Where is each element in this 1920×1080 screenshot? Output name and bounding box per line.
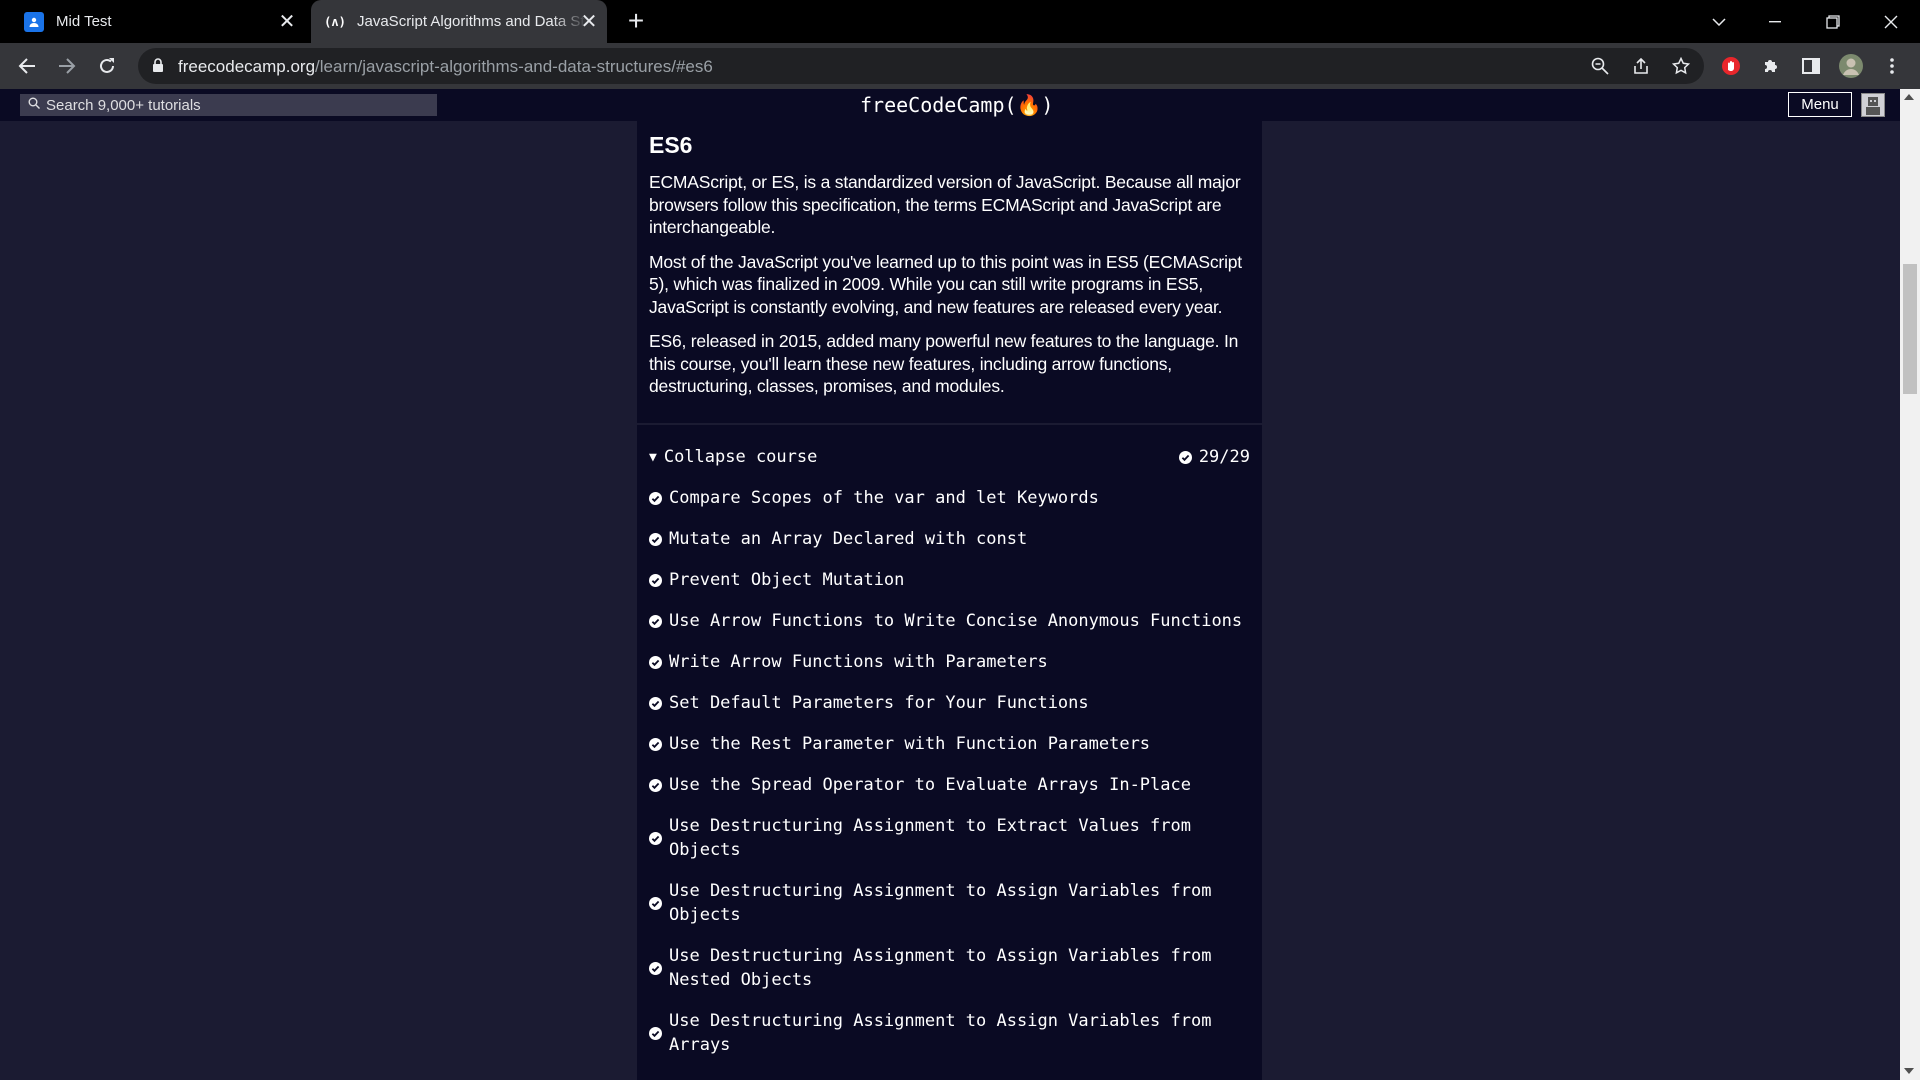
user-avatar-icon[interactable] [1861, 93, 1885, 117]
check-circle-icon [1178, 450, 1192, 464]
lesson-item[interactable]: Use Destructuring Assignment to Assign V… [649, 879, 1250, 927]
search-box[interactable] [20, 94, 437, 116]
lesson-title: Use the Spread Operator to Evaluate Arra… [669, 775, 1191, 795]
new-tab-plus-icon[interactable]: + [622, 7, 650, 36]
lesson-title: Prevent Object Mutation [669, 570, 905, 590]
caret-down-icon: ▼ [649, 449, 657, 465]
intro-paragraph: Most of the JavaScript you've learned up… [649, 251, 1242, 317]
check-circle-icon [649, 655, 662, 669]
tab-strip: Mid Test ✕ (ʌ) JavaScript Algorithms and… [0, 0, 1920, 43]
bookmark-star-icon[interactable] [1670, 55, 1692, 77]
tab-title: Mid Test [56, 13, 112, 30]
collapse-course-label: Collapse course [663, 447, 818, 467]
lesson-title: Use Arrow Functions to Write Concise Ano… [669, 611, 1243, 631]
section-title: ES6 [649, 132, 693, 158]
freecodecamp-icon: (ʌ) [324, 14, 346, 29]
check-circle-icon [649, 532, 662, 546]
lesson-title: Write Arrow Functions with Parameters [669, 652, 1048, 672]
lesson-title: Use Destructuring Assignment to Assign V… [669, 946, 1212, 990]
lesson-list: Compare Scopes of the var and let Keywor… [649, 486, 1250, 1074]
check-circle-icon [649, 491, 662, 505]
lesson-item[interactable]: Use Arrow Functions to Write Concise Ano… [649, 609, 1250, 633]
lesson-title: Compare Scopes of the var and let Keywor… [669, 488, 1099, 508]
lesson-item[interactable]: Use Destructuring Assignment to Assign V… [649, 1009, 1250, 1057]
check-circle-icon [649, 737, 662, 751]
lesson-title: Use Destructuring Assignment to Extract … [669, 816, 1191, 860]
tab-javascript-algorithms[interactable]: (ʌ) JavaScript Algorithms and Data Struc… [311, 0, 607, 43]
close-icon[interactable]: ✕ [579, 11, 599, 33]
check-circle-icon [649, 1026, 662, 1040]
check-circle-icon [649, 614, 662, 628]
browser-toolbar: freecodecamp.org/learn/javascript-algori… [0, 43, 1920, 89]
tab-search-chevron-icon[interactable] [1696, 0, 1742, 43]
adblock-extension-icon[interactable] [1716, 51, 1746, 81]
lesson-title: Use Destructuring Assignment to Assign V… [669, 881, 1212, 925]
reload-icon[interactable] [92, 51, 122, 81]
window-close-icon[interactable] [1868, 0, 1914, 43]
share-icon[interactable] [1630, 55, 1652, 77]
minimize-icon[interactable] [1752, 0, 1798, 43]
lesson-title: Mutate an Array Declared with const [669, 529, 1028, 549]
lesson-item[interactable]: Compare Scopes of the var and let Keywor… [649, 486, 1250, 510]
back-arrow-icon[interactable] [12, 51, 42, 81]
check-circle-icon [649, 696, 662, 710]
search-input[interactable] [46, 96, 426, 114]
intro-paragraph: ECMAScript, or ES, is a standardized ver… [649, 172, 1241, 237]
check-circle-icon [649, 778, 662, 792]
lesson-title: Set Default Parameters for Your Function… [669, 693, 1089, 713]
lesson-item[interactable]: Use the Spread Operator to Evaluate Arra… [649, 773, 1250, 797]
lesson-item[interactable]: Use Destructuring Assignment to Assign V… [649, 944, 1250, 992]
extensions-puzzle-icon[interactable] [1756, 51, 1786, 81]
scrollbar-thumb[interactable] [1903, 264, 1917, 394]
page-scrollbar[interactable] [1900, 89, 1920, 1080]
lesson-item[interactable]: Prevent Object Mutation [649, 568, 1250, 592]
forward-arrow-icon[interactable] [52, 51, 82, 81]
collapse-course-button[interactable]: ▼ Collapse course 29/29 [649, 442, 1250, 472]
freecodecamp-logo[interactable]: freeCodeCamp(🔥) [860, 93, 1053, 117]
close-icon[interactable]: ✕ [277, 11, 297, 33]
check-circle-icon [649, 831, 662, 845]
lock-icon[interactable] [152, 58, 164, 78]
lesson-title: Use the Rest Parameter with Function Par… [669, 734, 1151, 754]
restore-icon[interactable] [1810, 0, 1856, 43]
check-circle-icon [649, 896, 662, 910]
scroll-down-arrow-icon[interactable] [1904, 1068, 1914, 1074]
course-intro: ES6 ECMAScript, or ES, is a standardized… [649, 121, 1249, 398]
url-text[interactable]: freecodecamp.org/learn/javascript-algori… [178, 57, 713, 77]
intro-paragraph: ES6, released in 2015, added many powerf… [649, 331, 1239, 396]
progress-count: 29/29 [1198, 447, 1250, 467]
course-progress: 29/29 [1178, 447, 1250, 467]
search-icon [28, 96, 40, 114]
tab-mid-test[interactable]: Mid Test ✕ [10, 0, 305, 43]
lesson-item[interactable]: Mutate an Array Declared with const [649, 527, 1250, 551]
chrome-menu-icon[interactable] [1877, 51, 1907, 81]
google-classroom-icon [24, 11, 44, 32]
scroll-up-arrow-icon[interactable] [1904, 94, 1914, 100]
fcc-navbar: freeCodeCamp(🔥) Menu [0, 89, 1900, 121]
profile-avatar-icon[interactable] [1836, 51, 1866, 81]
course-panel: ES6 ECMAScript, or ES, is a standardized… [637, 121, 1262, 1080]
address-bar[interactable]: freecodecamp.org/learn/javascript-algori… [138, 48, 1704, 84]
tab-title: JavaScript Algorithms and Data Structure… [357, 13, 587, 30]
lesson-item[interactable]: Set Default Parameters for Your Function… [649, 691, 1250, 715]
check-circle-icon [649, 961, 662, 975]
menu-button[interactable]: Menu [1788, 92, 1852, 117]
lesson-title: Use Destructuring Assignment to Assign V… [669, 1011, 1212, 1055]
zoom-icon[interactable] [1589, 55, 1611, 77]
check-circle-icon [649, 573, 662, 587]
side-panel-icon[interactable] [1796, 51, 1826, 81]
lesson-item[interactable]: Use Destructuring Assignment to Extract … [649, 814, 1250, 862]
divider [637, 423, 1262, 425]
lesson-item[interactable]: Use the Rest Parameter with Function Par… [649, 732, 1250, 756]
lesson-item[interactable]: Write Arrow Functions with Parameters [649, 650, 1250, 674]
